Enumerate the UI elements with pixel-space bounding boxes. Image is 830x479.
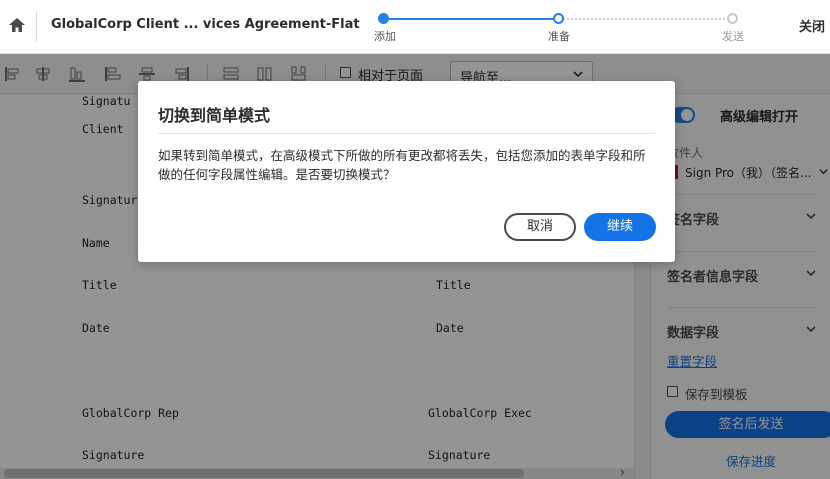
workflow-stepper: 添加 准备 发送 [368, 10, 748, 50]
step-add-dot[interactable] [378, 13, 389, 24]
dialog-divider [158, 133, 655, 134]
document-title: GlobalCorp Client ... vices Agreement-Fl… [51, 17, 360, 32]
stepper-remaining-line [563, 18, 733, 20]
step-prepare-label[interactable]: 准备 [548, 28, 570, 44]
step-add-label[interactable]: 添加 [374, 28, 396, 44]
switch-mode-dialog: 切换到简单模式 如果转到简单模式，在高级模式下所做的所有更改都将丢失，包括您添加… [138, 81, 675, 262]
continue-button[interactable]: 继续 [584, 213, 656, 241]
step-prepare-dot[interactable] [553, 13, 564, 24]
step-send-dot[interactable] [727, 13, 738, 24]
stepper-progress-line [384, 18, 558, 20]
dialog-message: 如果转到简单模式，在高级模式下所做的所有更改都将丢失，包括您添加的表单字段和所做… [158, 148, 646, 182]
app-header: GlobalCorp Client ... vices Agreement-Fl… [0, 0, 830, 54]
cancel-button[interactable]: 取消 [504, 213, 576, 241]
close-button[interactable]: 关闭 [799, 16, 825, 35]
home-icon[interactable] [7, 15, 27, 35]
step-send-label[interactable]: 发送 [722, 28, 744, 44]
dialog-title: 切换到简单模式 [158, 106, 271, 125]
header-divider [36, 12, 37, 42]
